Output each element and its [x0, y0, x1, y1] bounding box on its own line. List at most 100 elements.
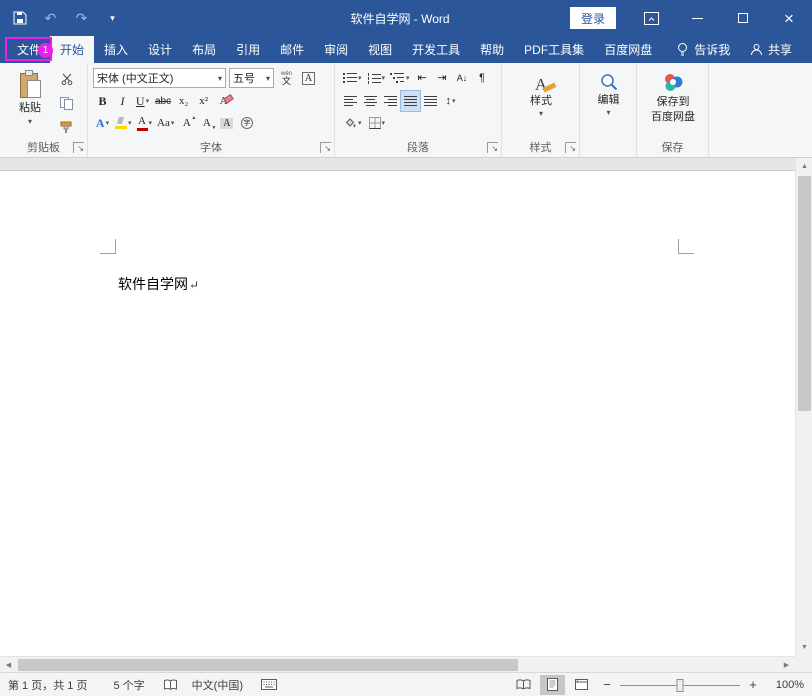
titlebar-controls: 登录 × [570, 0, 812, 36]
editing-button[interactable]: 编辑 ▾ [586, 67, 631, 137]
customize-quick-access-button[interactable]: ▾ [97, 0, 128, 36]
tab-references[interactable]: 引用 [226, 36, 270, 63]
scroll-left-button[interactable]: ◀ [0, 657, 17, 673]
vertical-scrollbar[interactable]: ▲ ▼ [795, 158, 812, 656]
zoom-out-button[interactable]: − [598, 675, 616, 695]
tab-design[interactable]: 设计 [138, 36, 182, 63]
shrink-font-button[interactable]: A▼ [197, 113, 216, 133]
person-icon [750, 43, 763, 56]
paste-button[interactable]: 粘贴 ▾ [8, 67, 52, 137]
scroll-down-button[interactable]: ▼ [796, 639, 812, 656]
align-left-button[interactable] [341, 91, 360, 111]
zoom-slider[interactable] [620, 675, 740, 695]
minimize-icon [692, 18, 703, 19]
save-button[interactable] [4, 0, 35, 36]
numbering-button[interactable]: ▾ [365, 68, 388, 88]
decrease-indent-button[interactable]: ⇤ [413, 68, 432, 88]
zoom-in-button[interactable]: + [744, 675, 762, 695]
page-number-status[interactable]: 第 1 页，共 1 页 [8, 677, 87, 693]
format-painter-button[interactable] [57, 117, 76, 137]
tell-me-button[interactable]: 告诉我 [668, 36, 738, 63]
ribbon-display-options-button[interactable] [628, 0, 674, 36]
clipboard-dialog-launcher[interactable]: ↘ [73, 142, 84, 153]
close-button[interactable]: × [766, 0, 812, 36]
align-right-button[interactable] [381, 91, 400, 111]
font-size-combobox[interactable]: 五号 ▾ [229, 68, 274, 88]
styles-dialog-launcher[interactable]: ↘ [565, 142, 576, 153]
tab-layout[interactable]: 布局 [182, 36, 226, 63]
sort-button[interactable]: A↓ [453, 68, 472, 88]
font-color-button[interactable]: A ▾ [135, 113, 155, 133]
proofing-status[interactable] [163, 679, 178, 691]
text-effects-button[interactable]: A▾ [93, 113, 112, 133]
italic-button[interactable]: I [113, 91, 132, 111]
input-mode-status[interactable] [261, 679, 277, 690]
zoom-percentage[interactable]: 100% [770, 679, 804, 691]
tab-review[interactable]: 审阅 [314, 36, 358, 63]
chevron-down-icon: ▾ [358, 119, 362, 127]
copy-icon [60, 97, 73, 110]
text-highlight-color-button[interactable]: ▾ [113, 113, 134, 133]
down-arrow-icon: ▼ [801, 644, 808, 651]
scroll-up-button[interactable]: ▲ [796, 158, 812, 175]
change-case-button[interactable]: Aa▾ [155, 113, 176, 133]
maximize-button[interactable] [720, 0, 766, 36]
minimize-button[interactable] [674, 0, 720, 36]
tab-view[interactable]: 视图 [358, 36, 402, 63]
save-to-baidu-netdisk-button[interactable]: 保存到 百度网盘 [641, 67, 705, 137]
scroll-right-button[interactable]: ▶ [778, 657, 795, 673]
bold-button[interactable]: B [93, 91, 112, 111]
multilevel-list-button[interactable]: ▾ [388, 68, 412, 88]
character-shading-button[interactable]: A [217, 113, 236, 133]
undo-button[interactable]: ↶ [35, 0, 66, 36]
read-mode-view-button[interactable] [511, 675, 536, 695]
tab-mailings[interactable]: 邮件 [270, 36, 314, 63]
line-spacing-icon: ↕ [445, 96, 451, 107]
distribute-button[interactable] [421, 91, 440, 111]
phonetic-guide-button[interactable]: wén 文 [277, 68, 296, 88]
show-hide-marks-button[interactable]: ¶ [473, 68, 492, 88]
zoom-slider-thumb[interactable] [677, 679, 684, 692]
document-page[interactable]: 软件自学网↵ [0, 170, 795, 656]
font-dialog-launcher[interactable]: ↘ [320, 142, 331, 153]
share-button[interactable]: 共享 [742, 36, 800, 63]
margin-crop-mark-left [100, 239, 116, 254]
language-status[interactable]: 中文(中国) [192, 677, 243, 693]
paragraph-dialog-launcher[interactable]: ↘ [487, 142, 498, 153]
line-spacing-button[interactable]: ↕▾ [441, 91, 460, 111]
sign-in-button[interactable]: 登录 [570, 7, 616, 29]
tab-developer[interactable]: 开发工具 [402, 36, 470, 63]
redo-button[interactable]: ↷ [66, 0, 97, 36]
align-center-button[interactable] [361, 91, 380, 111]
shading-button[interactable]: ▾ [341, 113, 364, 133]
bullets-button[interactable]: ▾ [341, 68, 364, 88]
strikethrough-button[interactable]: abc [153, 91, 173, 111]
print-layout-view-button[interactable] [540, 675, 565, 695]
tab-baidu-netdisk[interactable]: 百度网盘 [594, 36, 662, 63]
justify-button[interactable] [401, 91, 420, 111]
cut-button[interactable] [57, 69, 76, 89]
styles-button[interactable]: A 样式 ▾ [510, 67, 572, 137]
word-count-status[interactable]: 5 个字 [113, 677, 144, 693]
subscript-button[interactable]: x₂ [174, 91, 193, 111]
vertical-scrollbar-thumb[interactable] [798, 176, 811, 411]
clear-formatting-button[interactable]: A [214, 91, 233, 111]
tab-home[interactable]: 开始 [50, 36, 94, 63]
enclose-characters-button[interactable]: 字 [237, 113, 256, 133]
underline-button[interactable]: U▾ [133, 91, 152, 111]
borders-button[interactable]: ▾ [367, 113, 388, 133]
superscript-button[interactable]: x² [194, 91, 213, 111]
tab-insert[interactable]: 插入 [94, 36, 138, 63]
font-name-combobox[interactable]: 宋体 (中文正文) ▾ [93, 68, 226, 88]
character-border-button[interactable]: A [299, 68, 318, 88]
grow-font-button[interactable]: A▲ [177, 113, 196, 133]
horizontal-scrollbar-thumb[interactable] [18, 659, 518, 671]
tab-help[interactable]: 帮助 [470, 36, 514, 63]
copy-button[interactable] [57, 93, 76, 113]
web-layout-view-button[interactable] [569, 675, 594, 695]
tab-pdf-tools[interactable]: PDF工具集 [514, 36, 594, 63]
redo-icon: ↷ [76, 10, 88, 27]
print-layout-icon [547, 678, 558, 691]
increase-indent-button[interactable]: ⇥ [433, 68, 452, 88]
horizontal-scrollbar[interactable]: ◀ ▶ [0, 656, 795, 672]
